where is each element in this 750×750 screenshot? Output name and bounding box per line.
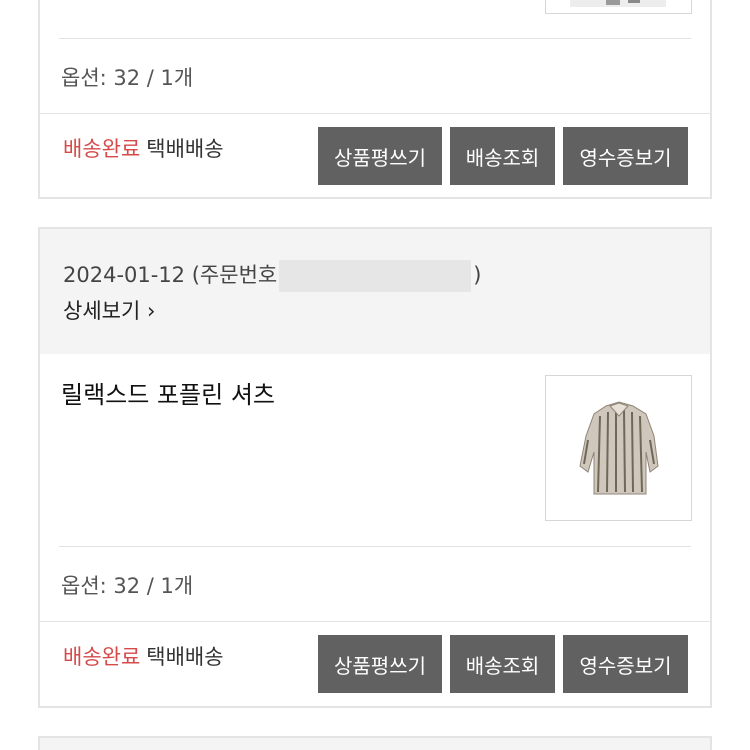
divider xyxy=(59,38,691,39)
shipping-method: 택배배송 xyxy=(146,137,224,161)
order-number-redacted xyxy=(279,260,472,292)
order-number-label: (주문번호 xyxy=(191,263,278,287)
status-complete: 배송완료 xyxy=(63,137,141,161)
order-card: 옵션: 32 / 1개 배송완료 택배배송 상품평쓰기 배송조회 영수증보기 xyxy=(38,0,712,199)
option-text: 옵션: 32 / 1개 xyxy=(61,66,194,90)
order-number-close: ) xyxy=(473,263,482,287)
order-status-row: 배송완료 택배배송 상품평쓰기 배송조회 영수증보기 xyxy=(40,113,710,185)
order-card xyxy=(38,736,712,750)
view-details-link[interactable]: 상세보기 › xyxy=(63,295,155,325)
order-date: 2024-01-12 xyxy=(63,263,186,287)
write-review-button[interactable]: 상품평쓰기 xyxy=(318,635,442,693)
delivery-status: 배송완료 택배배송 xyxy=(63,641,224,671)
write-review-button[interactable]: 상품평쓰기 xyxy=(318,127,442,185)
view-receipt-button[interactable]: 영수증보기 xyxy=(563,635,688,693)
view-details-label: 상세보기 xyxy=(63,299,141,323)
product-thumbnail[interactable] xyxy=(545,0,692,14)
chevron-right-icon: › xyxy=(146,299,156,323)
order-card: 2024-01-12 (주문번호) 상세보기 › 릴랙스드 포플린 셔츠 옵션: xyxy=(38,227,712,708)
shirt-image xyxy=(546,376,691,520)
divider xyxy=(59,546,691,547)
order-status-row: 배송완료 택배배송 상품평쓰기 배송조회 영수증보기 xyxy=(40,621,710,693)
product-thumbnail[interactable] xyxy=(545,375,692,521)
view-receipt-button[interactable]: 영수증보기 xyxy=(563,127,688,185)
status-complete: 배송완료 xyxy=(63,645,141,669)
order-header: 2024-01-12 (주문번호) 상세보기 › xyxy=(40,229,710,354)
product-image xyxy=(546,0,691,13)
option-text: 옵션: 32 / 1개 xyxy=(61,574,194,598)
product-name[interactable]: 릴랙스드 포플린 셔츠 xyxy=(61,375,275,410)
order-date-line: 2024-01-12 (주문번호) xyxy=(63,259,481,292)
track-delivery-button[interactable]: 배송조회 xyxy=(450,127,555,185)
delivery-status: 배송완료 택배배송 xyxy=(63,133,224,163)
shipping-method: 택배배송 xyxy=(146,645,224,669)
track-delivery-button[interactable]: 배송조회 xyxy=(450,635,555,693)
